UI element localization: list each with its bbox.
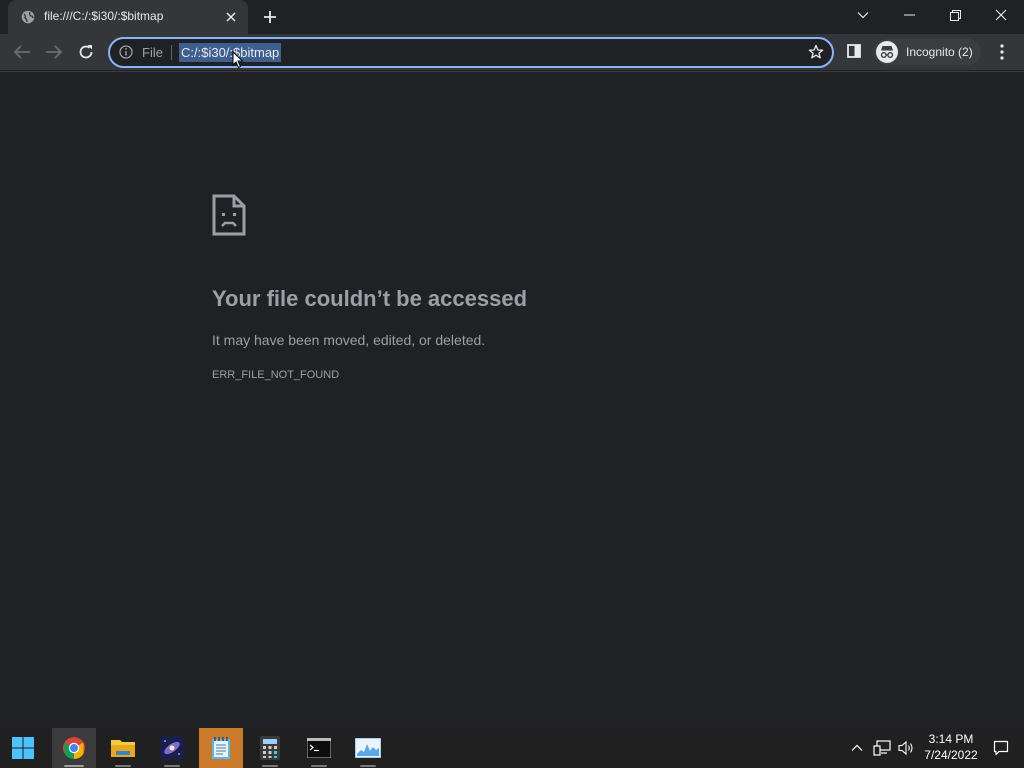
more-menu-icon[interactable] [994, 43, 1010, 61]
restore-icon [949, 9, 961, 21]
network-tray-button[interactable] [872, 728, 892, 768]
taskbar-calculator[interactable] [248, 728, 292, 768]
sad-file-icon [212, 194, 246, 236]
forward-icon [46, 45, 63, 59]
incognito-profile-button[interactable]: Incognito (2) [873, 39, 981, 65]
page-content: Your file couldn’t be accessed It may ha… [0, 71, 1024, 729]
taskbar: 3:14 PM 7/24/2022 [0, 728, 1024, 768]
address-bar[interactable]: File C:/:$i30/:$bitmap [108, 37, 834, 68]
toolbar: File C:/:$i30/:$bitmap Incognito (2) [0, 34, 1024, 70]
browser-tab[interactable]: file:///C:/:$i30/:$bitmap [8, 0, 248, 34]
restore-button[interactable] [932, 0, 978, 30]
taskbar-resource-monitor[interactable] [346, 728, 390, 768]
taskbar-notepad[interactable] [199, 728, 243, 768]
back-icon [13, 45, 30, 59]
mouse-cursor-icon [232, 51, 244, 69]
taskbar-file-explorer[interactable] [101, 728, 145, 768]
plus-icon[interactable] [261, 8, 279, 26]
terminal-icon [307, 738, 331, 758]
star-icon[interactable] [808, 44, 824, 60]
reload-icon [79, 45, 93, 59]
network-icon [873, 740, 891, 756]
speaker-icon [898, 740, 913, 756]
scheme-chip: File [142, 45, 163, 60]
tab-search-button[interactable] [840, 0, 886, 30]
galaxy-icon [160, 736, 184, 760]
clock-date: 7/24/2022 [924, 748, 978, 762]
taskbar-clock[interactable]: 3:14 PM 7/24/2022 [920, 731, 982, 763]
incognito-icon [876, 41, 898, 63]
chevron-up-icon [851, 744, 863, 751]
close-icon[interactable] [223, 9, 239, 25]
divider [171, 45, 172, 60]
back-button[interactable] [11, 41, 33, 63]
taskbar-chrome[interactable] [52, 728, 96, 768]
close-window-button[interactable] [978, 0, 1024, 30]
info-icon[interactable] [119, 45, 133, 59]
notepad-icon [212, 737, 230, 759]
show-hidden-icons-button[interactable] [848, 728, 866, 768]
minimize-button[interactable] [886, 0, 932, 30]
error-description: It may have been moved, edited, or delet… [212, 332, 486, 348]
chevron-down-icon [857, 12, 869, 19]
globe-icon [21, 10, 35, 24]
tab-strip: file:///C:/:$i30/:$bitmap [0, 0, 1024, 34]
start-button[interactable] [1, 728, 45, 768]
volume-tray-button[interactable] [896, 728, 916, 768]
profile-label: Incognito (2) [906, 45, 973, 59]
calculator-icon [260, 736, 280, 760]
url-text[interactable]: C:/:$i30/:$bitmap [179, 43, 282, 62]
monitor-graph-icon [355, 738, 381, 758]
taskbar-command-prompt[interactable] [297, 728, 341, 768]
chrome-icon [63, 737, 85, 759]
taskbar-space-app[interactable] [150, 728, 194, 768]
notifications-button[interactable] [990, 728, 1012, 768]
folder-icon [111, 740, 135, 757]
windows-icon [12, 737, 34, 759]
side-panel-icon[interactable] [847, 44, 861, 58]
error-code: ERR_FILE_NOT_FOUND [212, 369, 340, 381]
close-icon [995, 9, 1007, 21]
notification-icon [993, 740, 1009, 756]
clock-time: 3:14 PM [928, 732, 974, 746]
error-title: Your file couldn’t be accessed [212, 286, 528, 311]
forward-button[interactable] [43, 41, 65, 63]
reload-button[interactable] [75, 41, 97, 63]
minimize-icon [903, 14, 915, 16]
tab-title: file:///C:/:$i30/:$bitmap [44, 9, 164, 23]
